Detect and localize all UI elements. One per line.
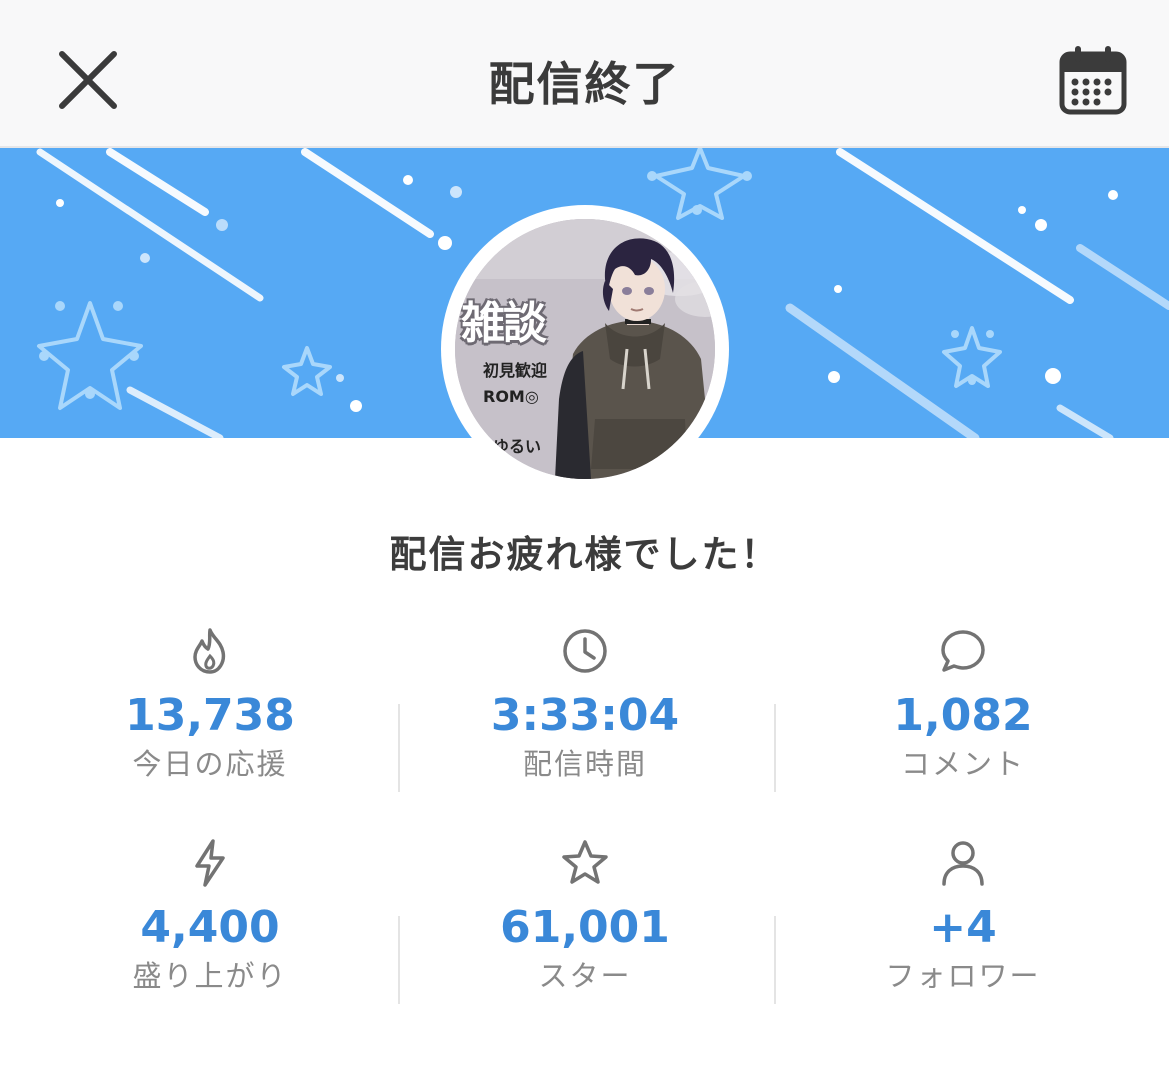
stat-label: スター <box>538 959 632 993</box>
stat-stars: 61,001 スター <box>397 838 773 994</box>
comment-icon <box>941 630 985 672</box>
stat-label: フォロワー <box>885 959 1041 993</box>
stat-value: 13,738 <box>125 690 295 741</box>
stat-excitement: 4,400 盛り上がり <box>22 838 398 994</box>
page-title: 配信終了 <box>488 57 681 111</box>
stat-followers: +4 フォロワー <box>775 838 1151 994</box>
calendar-icon <box>1059 46 1127 115</box>
stat-value: +4 <box>929 902 997 953</box>
stat-value: 4,400 <box>140 902 280 953</box>
stat-cheers: 13,738 今日の応援 <box>22 626 398 782</box>
stat-label: 盛り上がり <box>132 959 288 993</box>
flame-icon <box>193 628 226 674</box>
thanks-message: 配信お疲れ様でした！ <box>389 533 780 576</box>
thumbnail-line-3: ゆるい <box>493 437 542 456</box>
thumbnail-title: 雑談 <box>461 298 547 349</box>
stat-label: コメント <box>900 747 1025 781</box>
calendar-button[interactable] <box>1058 44 1128 116</box>
thumbnail-line-2: ROM◎ <box>483 387 539 406</box>
thumbnail-line-1: 初見歓迎 <box>483 361 548 380</box>
stat-value: 1,082 <box>893 690 1033 741</box>
stat-comments: 1,082 コメント <box>775 626 1151 782</box>
user-icon <box>942 841 984 886</box>
stat-duration: 3:33:04 配信時間 <box>397 626 773 782</box>
stat-value: 3:33:04 <box>490 690 680 741</box>
thumbnail-image: 雑談 初見歓迎 ROM◎ ゆるい <box>455 219 715 479</box>
star-icon <box>562 840 608 884</box>
stat-value: 61,001 <box>500 902 670 953</box>
header-bar: 配信終了 <box>0 0 1169 148</box>
lightning-icon <box>195 839 225 887</box>
stream-thumbnail[interactable]: 雑談 初見歓迎 ROM◎ ゆるい <box>441 205 729 493</box>
clock-icon <box>563 629 607 673</box>
stat-label: 今日の応援 <box>132 747 288 781</box>
stat-label: 配信時間 <box>522 747 647 781</box>
